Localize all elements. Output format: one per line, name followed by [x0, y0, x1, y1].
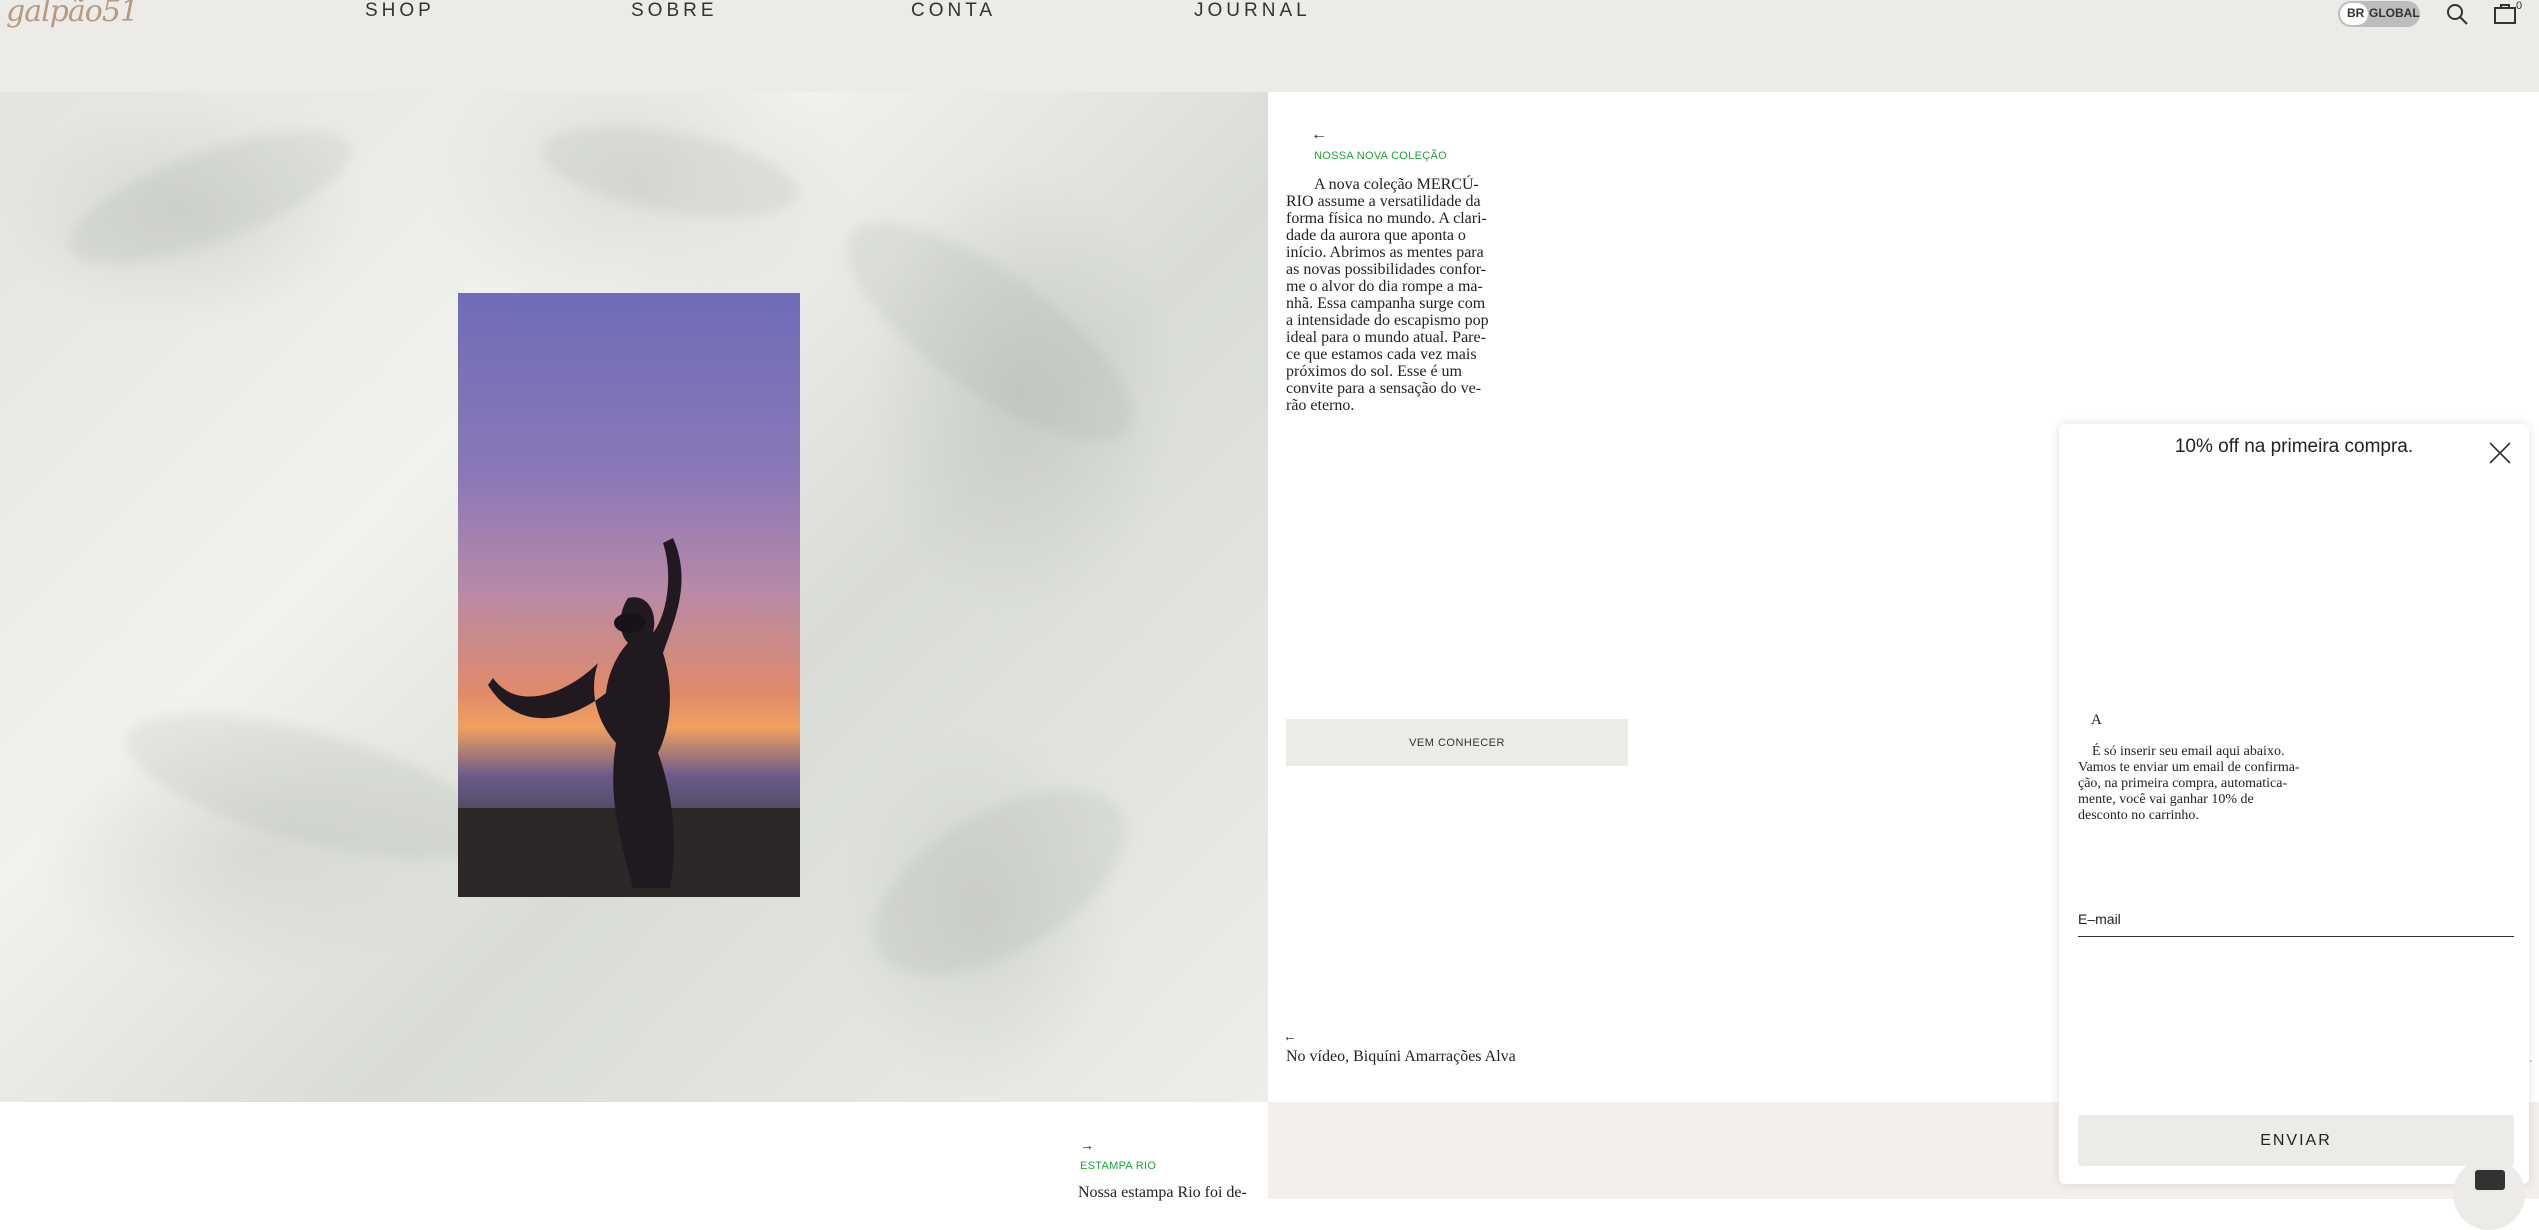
campaign-photo — [458, 293, 800, 897]
video-arrow[interactable]: ← — [1283, 1028, 1297, 1044]
popup-drop-letter: A — [2091, 712, 2102, 728]
site-header: galpão51 SHOP SOBRE CONTA JOURNAL BR GLO… — [0, 0, 2539, 92]
nav-shop[interactable]: SHOP — [365, 0, 435, 22]
popup-body: É só inserir seu email aqui abaixo. Vamo… — [2078, 744, 2300, 823]
video-caption: No vídeo, Biquíni Amarrações Alva — [1286, 1048, 1516, 1065]
collection-label: NOSSA NOVA COLEÇÃO — [1314, 150, 1447, 162]
email-field[interactable] — [2078, 902, 2514, 937]
brand-logo[interactable]: galpão51 — [6, 0, 139, 29]
collection-description: A nova coleção MERCÚ- RIO assume a versa… — [1286, 176, 1489, 414]
next-section-arrow[interactable]: → — [1080, 1137, 1094, 1153]
region-br-label: BR — [2347, 6, 2365, 20]
cart-count: 0 — [2516, 0, 2523, 12]
close-icon[interactable] — [2487, 440, 2513, 466]
nav-conta[interactable]: CONTA — [911, 0, 996, 22]
enviar-button[interactable]: ENVIAR — [2078, 1115, 2514, 1166]
bag-icon[interactable] — [2493, 2, 2517, 29]
side-marker: - — [2529, 1056, 2533, 1067]
chat-icon[interactable] — [2453, 1158, 2525, 1230]
region-global-label: GLOBAL — [2369, 6, 2420, 20]
vem-conhecer-button[interactable]: VEM CONHECER — [1286, 719, 1628, 766]
discount-popup: 10% off na primeira compra. A É só inser… — [2059, 424, 2529, 1184]
nav-journal[interactable]: JOURNAL — [1194, 0, 1311, 22]
region-toggle[interactable]: BR GLOBAL — [2338, 1, 2420, 27]
estampa-rio-text: Nossa estampa Rio foi de- — [1078, 1184, 1247, 1201]
estampa-rio-label: ESTAMPA RIO — [1080, 1160, 1157, 1172]
search-icon[interactable] — [2445, 2, 2469, 31]
back-arrow[interactable]: ← — [1311, 126, 1327, 144]
popup-title: 10% off na primeira compra. — [2174, 436, 2414, 457]
nav-sobre[interactable]: SOBRE — [631, 0, 718, 22]
chat-icon-glyph — [2475, 1170, 2505, 1190]
